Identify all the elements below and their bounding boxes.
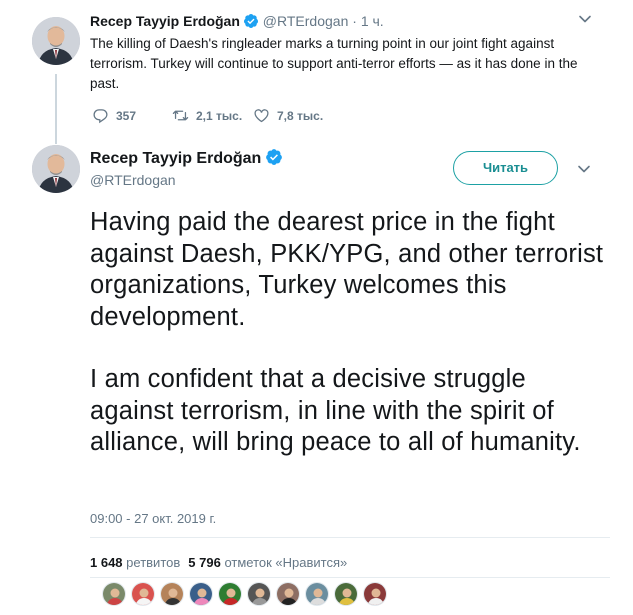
retweets-value: 1 648 bbox=[90, 555, 123, 570]
parent-tweet-text: The killing of Daesh's ringleader marks … bbox=[90, 36, 578, 91]
reply-icon bbox=[93, 109, 108, 124]
liker-avatar[interactable] bbox=[218, 582, 242, 606]
parent-author-name[interactable]: Recep Tayyip Erdoğan bbox=[90, 13, 240, 29]
avatar-portrait-icon bbox=[32, 17, 80, 65]
verified-badge-icon bbox=[243, 14, 258, 28]
retweet-button[interactable]: 2,1 тыс. bbox=[172, 107, 242, 124]
likes-stat[interactable]: 5 796 отметок «Нравится» bbox=[188, 555, 347, 570]
parent-tweet-header: Recep Tayyip Erdoğan @RTErdogan · 1 ч. bbox=[90, 13, 384, 29]
chevron-down-icon[interactable] bbox=[577, 162, 591, 176]
main-tweet-text: Having paid the dearest price in the fig… bbox=[90, 207, 610, 459]
liker-avatar-list bbox=[102, 582, 392, 610]
like-button[interactable]: 7,8 тыс. bbox=[253, 107, 323, 124]
liker-avatar[interactable] bbox=[276, 582, 300, 606]
main-author-handle[interactable]: @RTErdogan bbox=[90, 172, 176, 188]
retweet-icon bbox=[172, 110, 189, 121]
liker-avatar[interactable] bbox=[247, 582, 271, 606]
tweet-stats: 1 648 ретвитов 5 796 отметок «Нравится» bbox=[90, 555, 347, 570]
liker-avatar[interactable] bbox=[131, 582, 155, 606]
liker-avatar[interactable] bbox=[305, 582, 329, 606]
like-count: 7,8 тыс. bbox=[277, 108, 324, 123]
retweet-count: 2,1 тыс. bbox=[196, 108, 243, 123]
main-author-name-row: Recep Tayyip Erdoğan bbox=[90, 148, 283, 168]
reply-button[interactable]: 357 bbox=[92, 107, 136, 124]
reply-count: 357 bbox=[116, 108, 137, 123]
main-author-name[interactable]: Recep Tayyip Erdoğan bbox=[90, 150, 261, 167]
parent-tweet-time[interactable]: 1 ч. bbox=[361, 13, 384, 29]
avatar-portrait-icon bbox=[32, 145, 80, 193]
chevron-down-icon[interactable] bbox=[578, 12, 592, 26]
follow-button[interactable]: Читать bbox=[453, 151, 558, 185]
tweet-paragraph: Having paid the dearest price in the fig… bbox=[90, 208, 604, 331]
separator-dot: · bbox=[352, 13, 357, 29]
likes-value: 5 796 bbox=[188, 555, 221, 570]
parent-tweet-avatar[interactable] bbox=[32, 17, 80, 65]
liker-avatar[interactable] bbox=[189, 582, 213, 606]
verified-badge-icon bbox=[266, 149, 283, 165]
retweets-stat[interactable]: 1 648 ретвитов bbox=[90, 555, 180, 570]
tweet-paragraph: I am confident that a decisive struggle … bbox=[90, 365, 581, 456]
like-icon bbox=[254, 109, 269, 123]
main-tweet-avatar[interactable] bbox=[32, 145, 80, 193]
divider bbox=[90, 537, 610, 538]
liker-avatar[interactable] bbox=[160, 582, 184, 606]
tweet-timestamp[interactable]: 09:00 - 27 окт. 2019 г. bbox=[90, 511, 216, 526]
liker-avatar[interactable] bbox=[363, 582, 387, 606]
liker-avatar[interactable] bbox=[334, 582, 358, 606]
divider bbox=[90, 577, 610, 578]
liker-avatar[interactable] bbox=[102, 582, 126, 606]
likes-label: отметок «Нравится» bbox=[224, 555, 348, 570]
tweet-thread: Recep Tayyip Erdoğan @RTErdogan · 1 ч. T… bbox=[0, 0, 633, 615]
retweets-label: ретвитов bbox=[126, 555, 181, 570]
thread-connector-line bbox=[55, 74, 57, 144]
parent-author-handle[interactable]: @RTErdogan bbox=[263, 13, 349, 29]
